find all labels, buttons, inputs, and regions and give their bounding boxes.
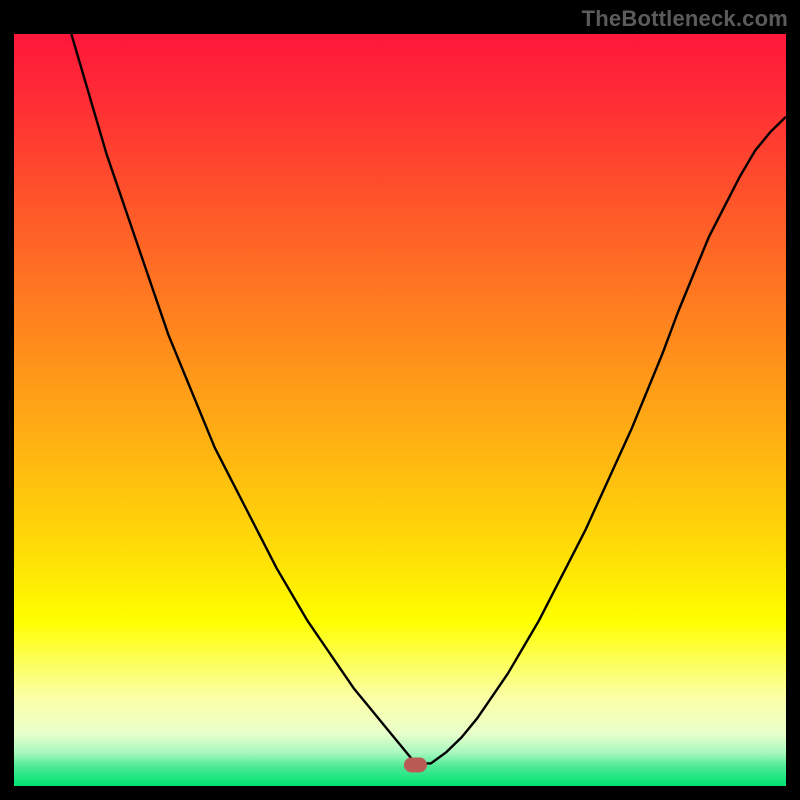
plot-background [14, 34, 786, 786]
optimum-marker [404, 758, 426, 772]
chart-frame: TheBottleneck.com [0, 0, 800, 800]
bottleneck-chart [0, 0, 800, 800]
watermark-text: TheBottleneck.com [582, 6, 788, 32]
